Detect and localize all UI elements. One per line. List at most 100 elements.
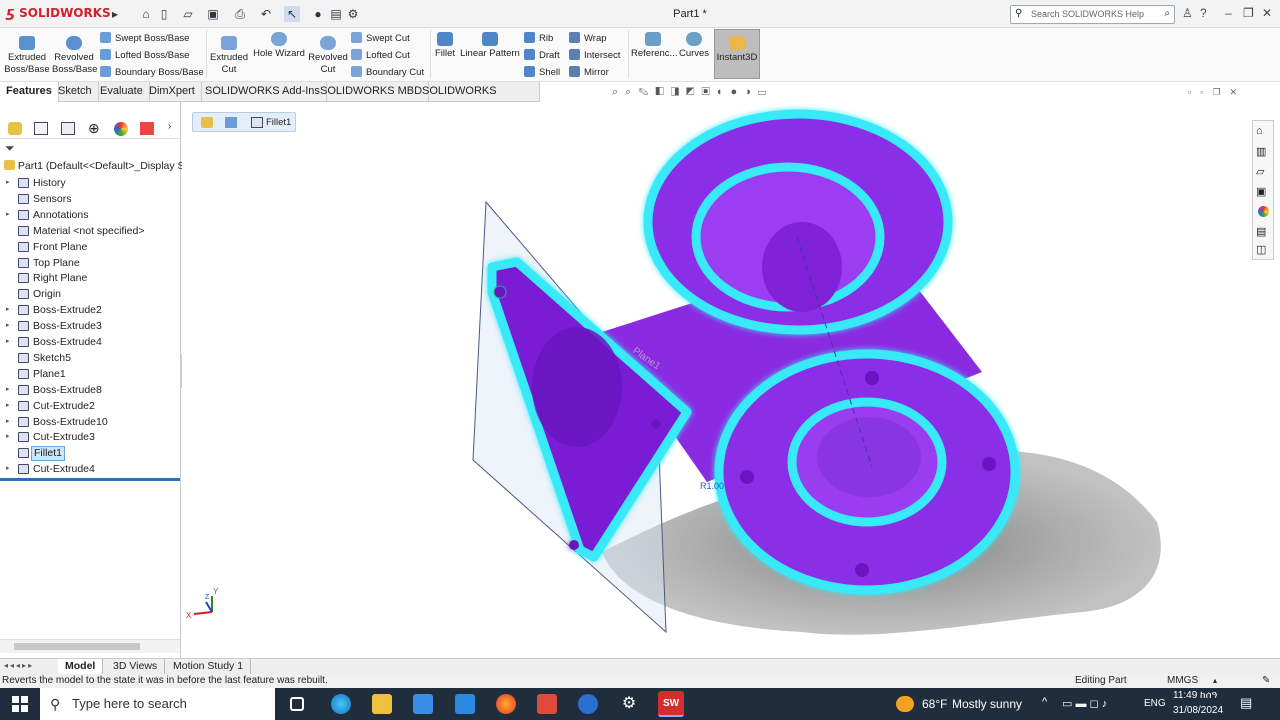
solidworks-logo[interactable]: ƽ SOLIDWORKS [6,5,111,21]
boundary-cut-button[interactable]: Boundary Cut [351,66,424,78]
expand-arrow-icon[interactable]: ▸ [6,461,10,477]
notifications-icon[interactable]: ▤ [1240,695,1252,711]
save-icon[interactable]: ▣ [205,6,221,22]
model-view[interactable]: Plane1 R1.00 Y X Z [182,102,1252,658]
language-indicator[interactable]: ENG [1144,698,1166,709]
lofted-cut-button[interactable]: Lofted Cut [351,49,410,61]
tree-item[interactable]: Material <not specified> [0,223,180,239]
tray-icons[interactable]: ▭ ▬ ◻ ♪ [1062,697,1107,710]
file-properties-icon[interactable]: ▤ [328,6,344,22]
app-blue-icon[interactable] [578,694,598,714]
undo-icon[interactable]: ↶ [258,6,274,22]
extruded-cut-button[interactable]: Extruded Cut [208,36,250,76]
tab-navigation-arrows[interactable]: ◂◂◂▸▸ [4,661,34,670]
tab-inspection[interactable]: SOLIDWORKS Inspection [416,82,540,116]
intersect-button[interactable]: Intersect [569,49,620,61]
reference-geometry-button[interactable]: Referenc... [631,32,677,60]
store-icon[interactable] [413,694,433,714]
tree-item[interactable]: ▸ Cut-Extrude4 [0,461,180,477]
tree-item[interactable]: ▸ Cut-Extrude2 [0,398,180,414]
home-icon[interactable]: ⌂ [138,6,154,22]
help-search-input[interactable]: ⚲ Search SOLIDWORKS Help ⌕ [1010,5,1175,24]
horizontal-scrollbar[interactable] [0,639,180,653]
units-selector[interactable]: MMGS [1167,674,1198,688]
settings-gear-icon[interactable]: ⚙ [619,694,639,714]
tab-addins[interactable]: SOLIDWORKS Add-Ins [199,82,327,102]
tree-item[interactable]: ▸ Boss-Extrude8 [0,382,180,398]
units-dropdown-icon[interactable]: ▴ [1213,674,1217,688]
instant3d-button[interactable]: Instant3D [714,29,760,79]
tree-item[interactable]: Right Plane [0,270,180,286]
select-icon[interactable]: ↖ [284,6,300,22]
forum-icon[interactable]: ◫ [1256,243,1273,260]
tab-scroll-right-icon[interactable]: › [168,121,171,132]
open-icon[interactable]: ▱ [180,6,196,22]
expand-arrow-icon[interactable]: ▸ [6,382,10,398]
swept-cut-button[interactable]: Swept Cut [351,32,410,44]
clock-date[interactable]: 31/08/2024 [1173,705,1223,716]
solidworks-taskbar-icon[interactable]: SW [658,691,684,717]
weather-desc[interactable]: Mostly sunny [952,697,1022,711]
firefox-icon[interactable] [496,694,516,714]
rollback-bar[interactable] [0,478,180,481]
expand-arrow-icon[interactable]: ▸ [6,318,10,334]
tree-item[interactable]: ▸ Boss-Extrude2 [0,302,180,318]
file-explorer-taskbar-icon[interactable] [372,694,392,714]
expand-arrow-icon[interactable]: ▸ [6,302,10,318]
edge-browser-icon[interactable] [331,694,351,714]
taskbar-search-input[interactable]: ⚲ Type here to search [40,688,275,720]
tree-item[interactable]: Origin [0,286,180,302]
mail-icon[interactable] [455,694,475,714]
clock-time[interactable]: 11:49 ከሰዓ [1173,690,1217,701]
swept-boss-button[interactable]: Swept Boss/Base [100,32,189,44]
weather-icon[interactable] [896,696,914,712]
tab-sketch[interactable]: Sketch [52,82,99,102]
rib-button[interactable]: Rib [524,32,553,44]
options-gear-icon[interactable]: ⚙ [345,6,361,22]
file-explorer-icon[interactable]: ▱ [1256,165,1273,182]
boundary-boss-button[interactable]: Boundary Boss/Base [100,66,204,78]
feature-manager-tab-icon[interactable] [8,122,22,135]
revolved-boss-button[interactable]: Revolved Boss/Base [52,36,97,76]
appearances-icon[interactable] [1258,206,1269,217]
tree-item[interactable]: ▸ Boss-Extrude10 [0,414,180,430]
view-palette-icon[interactable]: ▣ [1256,185,1273,202]
graphics-area[interactable]: Fillet1 Plane1 R1.00 Y X Z [182,102,1252,658]
design-library-icon[interactable]: ▥ [1256,145,1273,162]
configuration-manager-tab-icon[interactable] [61,122,75,135]
tab-dimxpert[interactable]: DimXpert [143,82,202,102]
hole-wizard-button[interactable]: Hole Wizard [252,32,306,60]
weather-temp[interactable]: 68°F [922,697,947,711]
close-icon[interactable]: ✕ [1262,6,1272,20]
property-manager-tab-icon[interactable] [34,122,48,135]
tree-item[interactable]: ▸ Boss-Extrude3 [0,318,180,334]
help-icon[interactable]: ? [1200,6,1207,20]
expand-arrow-icon[interactable]: ▸ [6,175,10,191]
tray-expand-icon[interactable]: ^ [1042,696,1047,708]
tab-motion-study[interactable]: Motion Study 1 [166,659,252,674]
shell-button[interactable]: Shell [524,66,560,78]
custom-properties-icon[interactable]: ▤ [1256,225,1273,242]
tab-model[interactable]: Model [58,659,104,674]
minimize-icon[interactable]: – [1225,6,1232,20]
display-manager-tab-icon[interactable] [114,122,128,136]
lofted-boss-button[interactable]: Lofted Boss/Base [100,49,189,61]
resources-home-icon[interactable]: ⌂ [1256,125,1273,142]
curves-button[interactable]: Curves [678,32,710,60]
expand-arrow-icon[interactable]: ▸ [6,334,10,350]
heads-up-view-toolbar[interactable]: ⌕⌕✎◧◨◩▣◐●◑▭ [612,86,842,100]
cam-tab-icon[interactable] [140,122,154,135]
tab-evaluate[interactable]: Evaluate [94,82,150,102]
tab-3d-views[interactable]: 3D Views [106,659,166,674]
restore-icon[interactable]: ❐ [1243,6,1254,20]
tree-item[interactable]: ▸ Annotations [0,207,180,223]
tree-item[interactable]: Plane1 [0,366,180,382]
tree-item[interactable]: Front Plane [0,239,180,255]
scrollbar-thumb[interactable] [14,643,140,650]
new-document-icon[interactable]: ▯ [156,6,172,22]
extruded-boss-button[interactable]: Extruded Boss/Base [4,36,50,76]
expand-arrow-icon[interactable]: ▸ [6,207,10,223]
tree-item[interactable]: Sensors [0,191,180,207]
search-submit-icon[interactable]: ⌕ [1164,8,1170,19]
revolved-cut-button[interactable]: Revolved Cut [308,36,348,76]
